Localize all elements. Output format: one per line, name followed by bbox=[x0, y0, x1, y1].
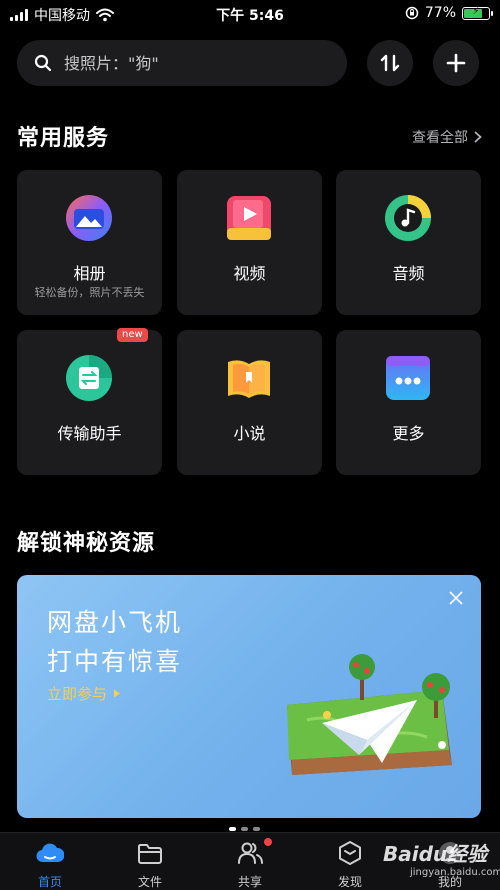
notification-dot bbox=[264, 838, 272, 846]
service-transfer[interactable]: 传输助手 bbox=[17, 330, 162, 475]
banner-title-line2: 打中有惊喜 bbox=[47, 647, 183, 676]
service-label: 更多 bbox=[392, 424, 425, 443]
discover-box-icon bbox=[339, 841, 361, 865]
service-sublabel: 轻松备份，照片不丢失 bbox=[34, 286, 145, 299]
sort-icon bbox=[380, 54, 400, 72]
service-label: 传输助手 bbox=[57, 424, 122, 443]
status-bar: 中国移动 下午 5:46 77% ⚡ bbox=[0, 0, 500, 28]
video-icon bbox=[227, 196, 271, 240]
search-icon bbox=[34, 54, 52, 72]
service-more[interactable]: 更多 bbox=[336, 330, 481, 475]
album-icon bbox=[66, 195, 112, 241]
see-all-label: 查看全部 bbox=[412, 130, 468, 146]
tab-files[interactable]: 文件 bbox=[100, 833, 200, 890]
see-all-link[interactable]: 查看全部 bbox=[412, 127, 482, 147]
search-input[interactable] bbox=[62, 52, 316, 74]
audio-icon bbox=[385, 195, 431, 241]
battery-percent: 77% bbox=[424, 5, 456, 21]
plus-icon bbox=[446, 53, 466, 73]
status-right: 77% ⚡ bbox=[405, 5, 493, 21]
banner-title-line1: 网盘小飞机 bbox=[47, 608, 183, 637]
promo-banner[interactable]: 网盘小飞机 打中有惊喜 立即参与 bbox=[17, 575, 481, 818]
tab-label: 文件 bbox=[137, 875, 162, 889]
service-novel[interactable]: 小说 bbox=[177, 330, 322, 475]
new-badge: new bbox=[117, 328, 148, 342]
service-label: 相册 bbox=[73, 264, 106, 283]
service-label: 音频 bbox=[392, 264, 425, 283]
sort-button[interactable] bbox=[367, 40, 413, 86]
service-album[interactable]: 相册 轻松备份，照片不丢失 bbox=[17, 170, 162, 315]
tab-label: 首页 bbox=[37, 875, 62, 889]
more-icon bbox=[386, 356, 430, 400]
home-cloud-icon bbox=[36, 843, 64, 863]
service-label: 小说 bbox=[233, 424, 266, 443]
add-button[interactable] bbox=[433, 40, 479, 86]
service-video[interactable]: 视频 bbox=[177, 170, 322, 315]
watermark-url: jingyan.baidu.com bbox=[410, 867, 500, 878]
service-label: 视频 bbox=[233, 264, 266, 283]
tab-label: 共享 bbox=[237, 875, 262, 889]
rotation-lock-icon bbox=[405, 6, 419, 20]
triangle-right-icon bbox=[114, 689, 121, 698]
unlock-title: 解锁神秘资源 bbox=[17, 531, 156, 556]
tab-home[interactable]: 首页 bbox=[0, 833, 100, 890]
tab-share[interactable]: 共享 bbox=[200, 833, 300, 890]
chevron-right-icon bbox=[474, 131, 482, 143]
service-audio[interactable]: 音频 bbox=[336, 170, 481, 315]
watermark-brand: Baidu经验 bbox=[383, 842, 488, 866]
join-now-link[interactable]: 立即参与 bbox=[47, 683, 121, 704]
folder-icon bbox=[137, 844, 162, 864]
battery-icon: ⚡ bbox=[462, 6, 493, 20]
banner-page-indicator bbox=[229, 827, 260, 831]
share-people-icon bbox=[238, 842, 263, 864]
close-icon[interactable] bbox=[449, 591, 463, 605]
novel-icon bbox=[228, 360, 270, 398]
join-now-label: 立即参与 bbox=[47, 685, 108, 703]
tab-label: 发现 bbox=[337, 875, 362, 889]
services-title: 常用服务 bbox=[17, 126, 110, 151]
paper-plane-island-illustration bbox=[287, 654, 452, 775]
search-bar[interactable] bbox=[17, 40, 347, 86]
transfer-icon bbox=[66, 355, 112, 401]
